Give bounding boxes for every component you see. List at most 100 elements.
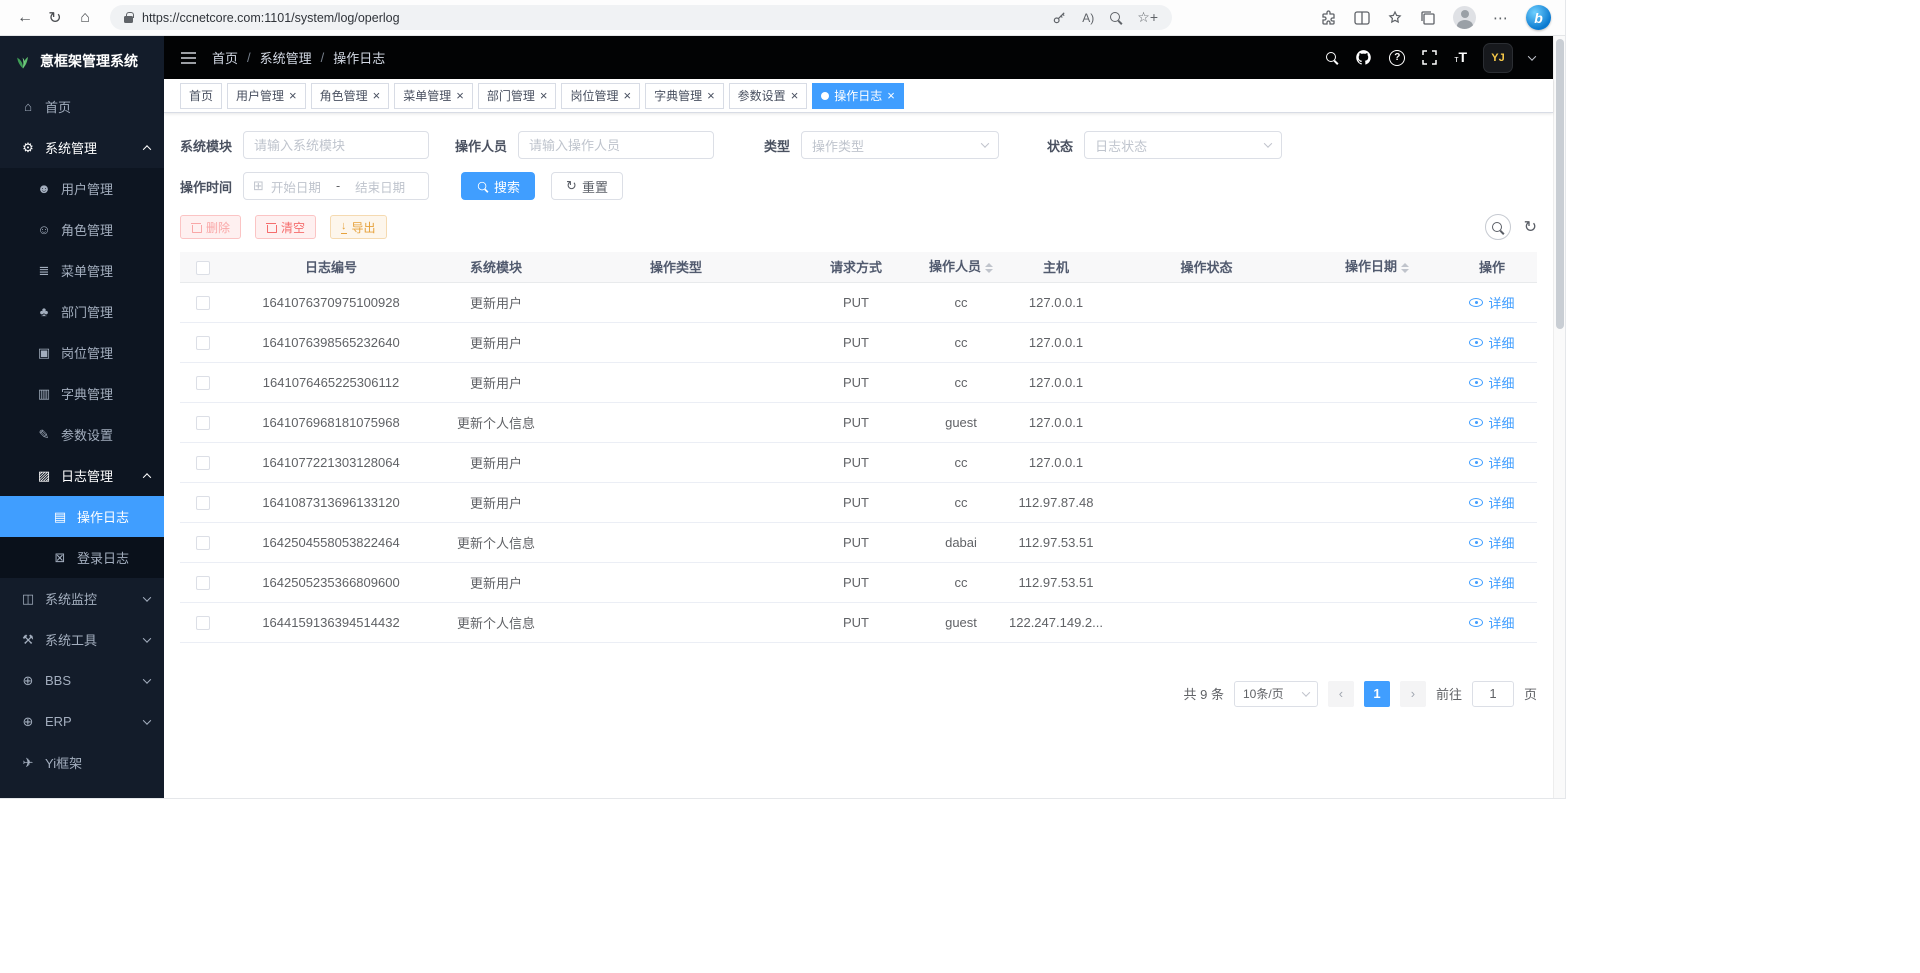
select-all-checkbox[interactable] [196, 261, 210, 275]
current-page-button[interactable]: 1 [1364, 681, 1390, 707]
sidebar-item-system-tools[interactable]: ⚒ 系统工具 [0, 619, 164, 660]
col-operator[interactable]: 操作人员 [916, 252, 1006, 282]
breadcrumb-system[interactable]: 系统管理 [260, 48, 312, 67]
clear-button[interactable]: 清空 [255, 215, 316, 239]
delete-button[interactable]: 删除 [180, 215, 241, 239]
detail-link[interactable]: 详细 [1469, 413, 1514, 432]
tab[interactable]: 字典管理 × [645, 83, 724, 109]
module-input[interactable] [243, 131, 429, 159]
refresh-table-button[interactable]: ↻ [1524, 217, 1537, 237]
help-icon[interactable]: ? [1389, 50, 1405, 66]
read-aloud-icon[interactable]: A) [1082, 11, 1094, 25]
sidebar-item-role-management[interactable]: ☺ 角色管理 [0, 209, 164, 250]
tab[interactable]: 参数设置 × [729, 83, 808, 109]
tab[interactable]: 部门管理 × [478, 83, 557, 109]
sidebar-item-param-settings[interactable]: ✎ 参数设置 [0, 414, 164, 455]
row-checkbox[interactable] [196, 296, 210, 310]
sidebar-item-erp[interactable]: ⊕ ERP [0, 701, 164, 742]
url-text[interactable]: https://ccnetcore.com:1101/system/log/op… [142, 11, 1043, 25]
close-icon[interactable]: × [791, 89, 799, 102]
sidebar-item-bbs[interactable]: ⊕ BBS [0, 660, 164, 701]
github-icon[interactable] [1355, 49, 1372, 66]
goto-page-input[interactable] [1472, 681, 1514, 707]
row-checkbox[interactable] [196, 616, 210, 630]
detail-link[interactable]: 详细 [1469, 613, 1514, 632]
close-icon[interactable]: × [289, 89, 297, 102]
toggle-search-button[interactable] [1485, 214, 1511, 240]
tab[interactable]: 角色管理 × [311, 83, 390, 109]
tab[interactable]: 菜单管理 × [394, 83, 473, 109]
row-checkbox[interactable] [196, 536, 210, 550]
row-checkbox[interactable] [196, 336, 210, 350]
bing-icon[interactable]: b [1526, 5, 1551, 30]
close-icon[interactable]: × [373, 89, 381, 102]
close-icon[interactable]: × [623, 89, 631, 102]
sidebar-item-login-log[interactable]: ⊠ 登录日志 [0, 537, 164, 578]
user-avatar[interactable]: YJ [1484, 44, 1512, 72]
row-checkbox[interactable] [196, 456, 210, 470]
detail-link[interactable]: 详细 [1469, 453, 1514, 472]
close-icon[interactable]: × [707, 89, 715, 102]
font-size-icon[interactable]: тT [1454, 49, 1467, 67]
detail-link[interactable]: 详细 [1469, 533, 1514, 552]
close-icon[interactable]: × [887, 89, 895, 102]
detail-link[interactable]: 详细 [1469, 573, 1514, 592]
extensions-icon[interactable] [1321, 10, 1337, 26]
prev-page-button[interactable]: ‹ [1328, 681, 1354, 707]
sidebar-item-log-management[interactable]: ▨ 日志管理 [0, 455, 164, 496]
date-range-input[interactable]: ⊞ 开始日期 - 结束日期 [243, 172, 429, 200]
next-page-button[interactable]: › [1400, 681, 1426, 707]
reset-button[interactable]: ↻ 重置 [551, 172, 623, 200]
tab[interactable]: 首页 × [180, 83, 222, 109]
back-button[interactable]: ← [10, 4, 40, 32]
sidebar-item-yi-framework[interactable]: ✈ Yi框架 [0, 742, 164, 783]
profile-avatar[interactable] [1453, 6, 1476, 29]
type-select[interactable]: 操作类型 [801, 131, 999, 159]
zoom-out-icon[interactable] [1109, 11, 1122, 24]
chevron-down-icon[interactable] [1528, 52, 1536, 60]
col-date[interactable]: 操作日期 [1307, 252, 1447, 282]
detail-link[interactable]: 详细 [1469, 293, 1514, 312]
tab[interactable]: 操作日志 × [812, 83, 904, 109]
split-screen-icon[interactable] [1354, 11, 1370, 25]
row-checkbox[interactable] [196, 576, 210, 590]
export-button[interactable]: ↓ 导出 [330, 215, 387, 239]
sidebar-item-menu-management[interactable]: ≣ 菜单管理 [0, 250, 164, 291]
detail-link[interactable]: 详细 [1469, 373, 1514, 392]
sidebar-item-post-management[interactable]: ▣ 岗位管理 [0, 332, 164, 373]
close-icon[interactable]: × [540, 89, 548, 102]
sort-icon[interactable] [1401, 259, 1409, 277]
more-menu-icon[interactable]: ⋯ [1493, 9, 1509, 27]
sort-icon[interactable] [985, 259, 993, 277]
close-icon[interactable]: × [456, 89, 464, 102]
status-select[interactable]: 日志状态 [1084, 131, 1282, 159]
add-favorite-icon[interactable]: ☆+ [1137, 9, 1158, 26]
sidebar-item-operation-log[interactable]: ▤ 操作日志 [0, 496, 164, 537]
tab[interactable]: 用户管理 × [227, 83, 306, 109]
url-bar[interactable]: https://ccnetcore.com:1101/system/log/op… [110, 5, 1172, 30]
favorites-icon[interactable] [1387, 10, 1403, 26]
browser-home-button[interactable]: ⌂ [70, 4, 100, 32]
operator-input[interactable] [518, 131, 714, 159]
refresh-button[interactable]: ↻ [40, 4, 70, 32]
sidebar-item-system-monitor[interactable]: ◫ 系统监控 [0, 578, 164, 619]
scrollbar-thumb[interactable] [1556, 39, 1564, 329]
collections-icon[interactable] [1420, 10, 1436, 26]
row-checkbox[interactable] [196, 376, 210, 390]
breadcrumb-home[interactable]: 首页 [212, 48, 238, 67]
sidebar-item-dict-management[interactable]: ▥ 字典管理 [0, 373, 164, 414]
page-size-select[interactable]: 10条/页 [1234, 681, 1318, 707]
row-checkbox[interactable] [196, 416, 210, 430]
page-scrollbar[interactable] [1553, 36, 1565, 798]
sidebar-item-user-management[interactable]: ☻ 用户管理 [0, 168, 164, 209]
search-button[interactable]: 搜索 [461, 172, 535, 200]
key-icon[interactable] [1052, 10, 1067, 25]
tab[interactable]: 岗位管理 × [561, 83, 640, 109]
detail-link[interactable]: 详细 [1469, 333, 1514, 352]
search-icon[interactable] [1325, 51, 1338, 64]
collapse-sidebar-icon[interactable] [180, 51, 197, 65]
sidebar-item-dept-management[interactable]: ♣ 部门管理 [0, 291, 164, 332]
sidebar-item-system-management[interactable]: ⚙ 系统管理 [0, 127, 164, 168]
row-checkbox[interactable] [196, 496, 210, 510]
fullscreen-icon[interactable] [1422, 50, 1437, 65]
